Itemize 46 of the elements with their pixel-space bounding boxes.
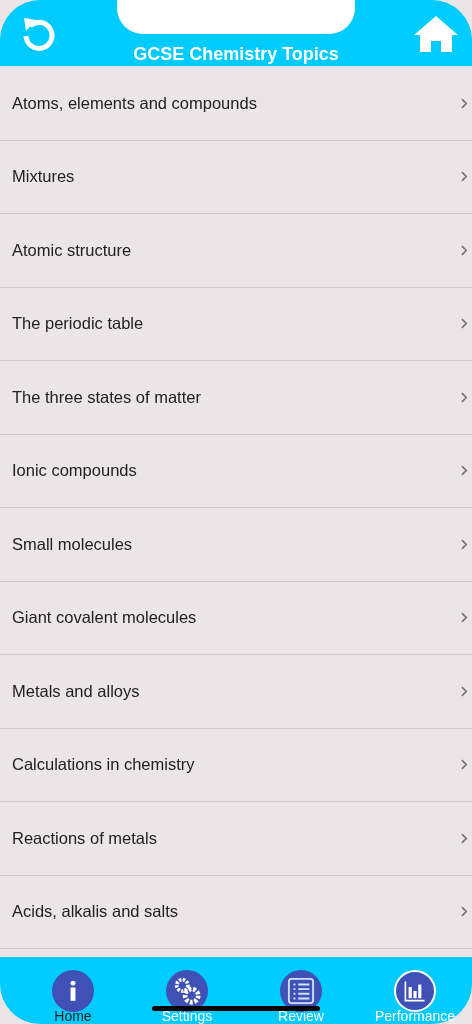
chevron-icon: [461, 906, 468, 918]
chevron-icon: [461, 465, 468, 477]
topic-label: Atomic structure: [12, 240, 132, 260]
chevron-icon: [461, 171, 468, 183]
topic-label: The three states of matter: [12, 387, 201, 407]
tab-label: Home: [54, 1008, 92, 1024]
topic-row[interactable]: Metals and alloys: [0, 655, 472, 729]
tab-label: Settings: [161, 1008, 213, 1024]
chevron-icon: [461, 538, 468, 550]
chevron-icon: [461, 612, 468, 624]
home-icon[interactable]: [412, 14, 460, 54]
topic-label: Calculations in chemistry: [12, 755, 195, 775]
tab-label: Review: [278, 1008, 324, 1024]
topic-label: The periodic table: [12, 314, 144, 334]
topic-label: Acids, alkalis and salts: [12, 902, 178, 922]
topic-label: Atoms, elements and compounds: [12, 93, 257, 113]
topic-label: Small molecules: [12, 534, 133, 554]
chevron-icon: [461, 244, 468, 256]
topic-row[interactable]: Acids, alkalis and salts: [0, 875, 472, 949]
topic-row[interactable]: Calculations in chemistry: [0, 728, 472, 802]
tab-label: Performance: [374, 1008, 456, 1024]
chevron-icon: [461, 759, 468, 771]
topic-row[interactable]: Small molecules: [0, 508, 472, 582]
topic-label: Ionic compounds: [12, 461, 137, 481]
chevron-icon: [461, 832, 468, 844]
chevron-icon: [461, 97, 468, 109]
topic-label: Giant covalent molecules: [12, 608, 197, 628]
topic-row[interactable]: Mixtures: [0, 140, 472, 214]
topic-label: Metals and alloys: [12, 681, 140, 701]
chevron-icon: [461, 391, 468, 403]
checklist-icon: [287, 977, 315, 1005]
topic-row[interactable]: Ionic compounds: [0, 434, 472, 508]
topic-label: Reactions of metals: [12, 828, 157, 848]
topic-row[interactable]: The three states of matter: [0, 361, 472, 435]
topic-row[interactable]: Atoms, elements and compounds: [0, 67, 472, 141]
topic-row[interactable]: Atomic structure: [0, 214, 472, 288]
bar-chart-icon: [403, 979, 427, 1003]
chevron-icon: [461, 318, 468, 330]
topic-row[interactable]: Giant covalent molecules: [0, 581, 472, 655]
tab[interactable]: Home: [30, 957, 116, 1024]
topic-label: Mixtures: [12, 167, 75, 187]
page-title: GCSE Chemistry Topics: [132, 44, 340, 65]
chevron-icon: [461, 685, 468, 697]
gears-icon: [173, 977, 201, 1005]
topic-row[interactable]: Reactions of metals: [0, 802, 472, 876]
topic-row[interactable]: The periodic table: [0, 287, 472, 361]
